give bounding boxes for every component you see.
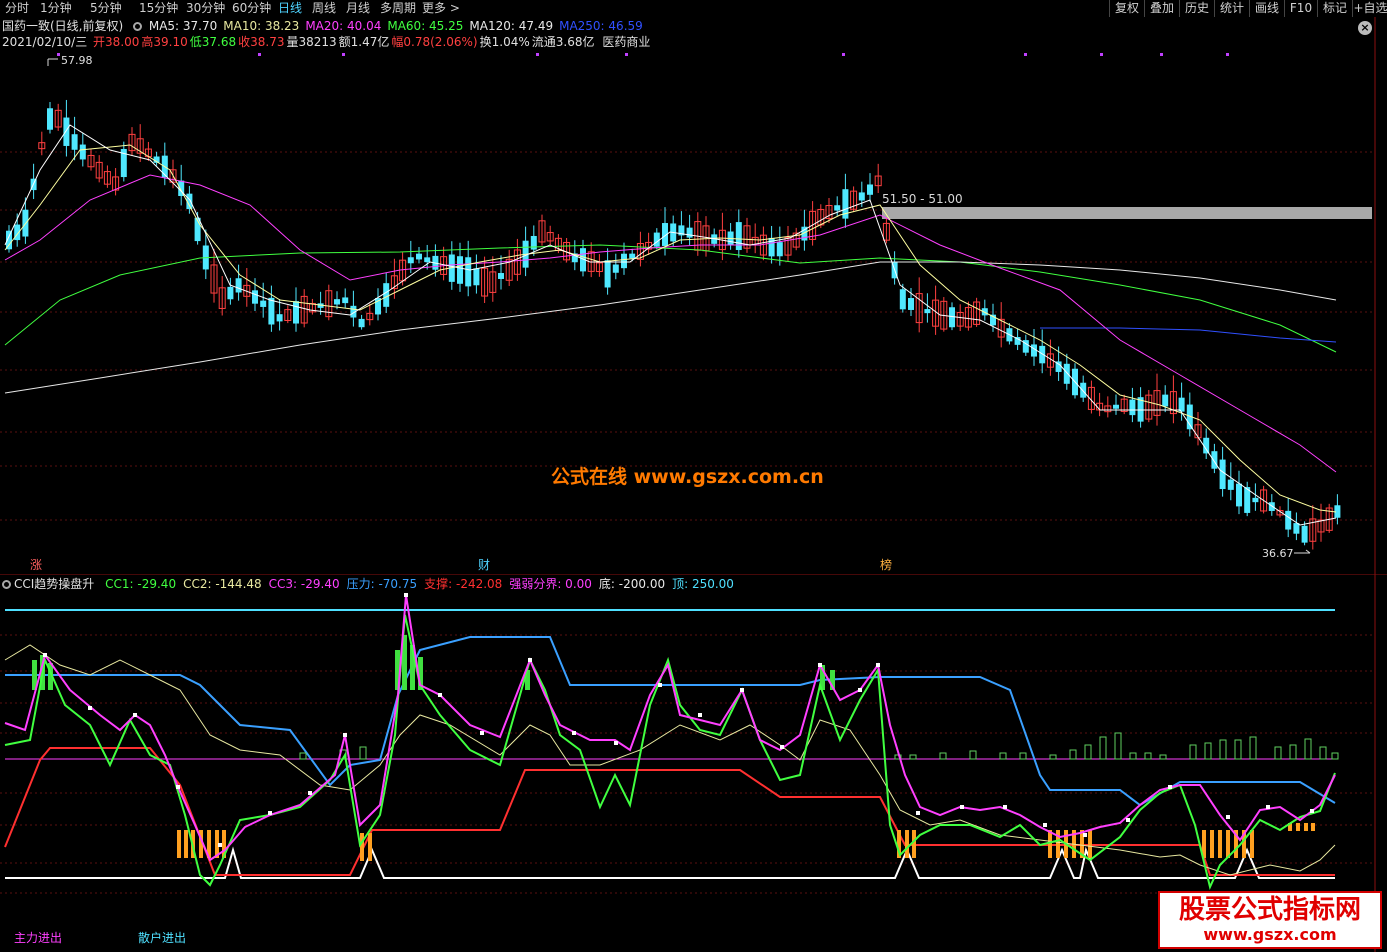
ma120-line bbox=[4, 261, 1337, 394]
high-price-label: 57.98 bbox=[61, 54, 93, 67]
resistance-zone bbox=[882, 207, 1372, 219]
resistance-line bbox=[5, 636, 1336, 807]
logo-url: www.gszx.com bbox=[1203, 925, 1337, 944]
cc2-line bbox=[4, 644, 1336, 876]
event-marker-bang[interactable]: 榜 bbox=[880, 558, 892, 572]
signal-dots bbox=[57, 53, 1229, 56]
event-marker-zhang[interactable]: 涨 bbox=[30, 558, 42, 572]
main-force-label: 主力进出 bbox=[14, 931, 63, 945]
site-logo: 股票公式指标网 www.gszx.com bbox=[1158, 891, 1382, 949]
watermark: 公式在线 www.gszx.com.cn bbox=[551, 466, 824, 488]
price-grid bbox=[0, 17, 1376, 575]
ma20-line bbox=[4, 174, 1337, 473]
low-price-label: 36.67 bbox=[1262, 547, 1294, 560]
support-line bbox=[4, 747, 1335, 876]
logo-title: 股票公式指标网 bbox=[1178, 895, 1361, 925]
resistance-zone-label: 51.50 - 51.00 bbox=[882, 192, 963, 206]
event-marker-cai[interactable]: 财 bbox=[478, 558, 490, 572]
retail-label: 散户进出 bbox=[138, 931, 187, 945]
bottom-line bbox=[5, 846, 1335, 879]
